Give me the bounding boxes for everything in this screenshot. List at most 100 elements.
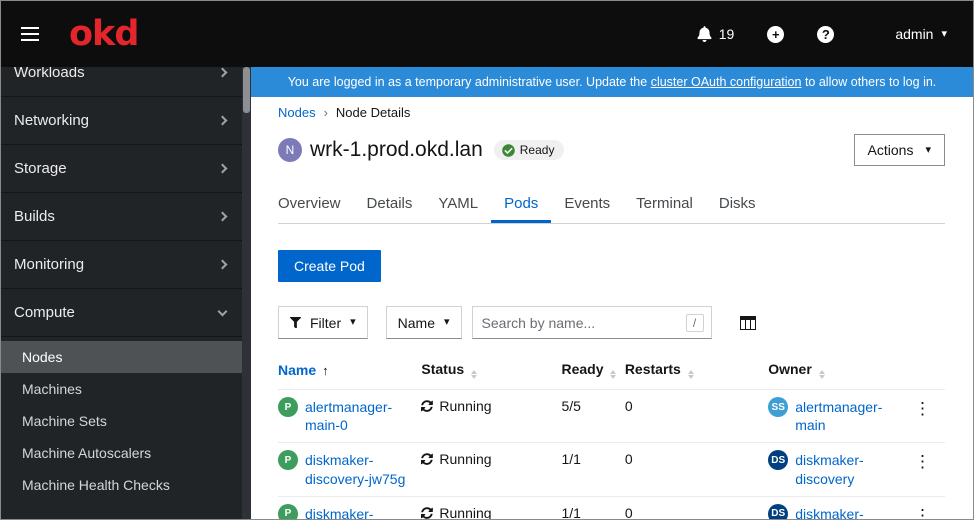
pod-icon: P [278, 450, 298, 470]
pod-row: P diskmaker- Running 1/1 [278, 496, 945, 519]
pod-restarts: 0 [625, 443, 768, 496]
sort-icon [819, 370, 825, 379]
column-header-ready[interactable]: Ready [561, 349, 624, 390]
tab-details[interactable]: Details [354, 186, 426, 223]
pod-icon: P [278, 504, 298, 519]
oauth-config-link[interactable]: cluster OAuth configuration [651, 75, 802, 89]
nav-toggle-button[interactable] [17, 21, 43, 47]
column-header-owner[interactable]: Owner [768, 349, 905, 390]
kebab-menu-button[interactable]: ⋮ [908, 507, 937, 519]
pod-link[interactable]: diskmaker-discovery-jw75g [305, 451, 413, 487]
app-window: okd 19 + ? admin ▾ Workloads [0, 0, 974, 520]
tab-pods[interactable]: Pods [491, 186, 551, 223]
sidebar-item-machine-health-checks[interactable]: Machine Health Checks [1, 469, 242, 501]
caret-down-icon: ▾ [941, 29, 947, 40]
sidebar-nav: Workloads Networking Storage Builds Moni… [1, 67, 242, 507]
compute-submenu: Nodes Machines Machine Sets Machine Auto… [1, 337, 242, 507]
check-circle-icon [502, 144, 515, 157]
user-menu[interactable]: admin ▾ [895, 26, 947, 42]
kebab-menu-button[interactable]: ⋮ [908, 453, 937, 470]
sidebar-item-machine-sets[interactable]: Machine Sets [1, 405, 242, 437]
sort-icon [471, 370, 477, 379]
shortcut-key-badge: / [686, 314, 704, 332]
sidebar-item-machine-autoscalers[interactable]: Machine Autoscalers [1, 437, 242, 469]
help-button[interactable]: ? [817, 26, 834, 43]
actions-dropdown[interactable]: Actions ▾ [854, 134, 945, 166]
tab-yaml[interactable]: YAML [425, 186, 491, 223]
owner-link[interactable]: alertmanager-main [795, 398, 897, 434]
tab-events[interactable]: Events [551, 186, 623, 223]
caret-down-icon: ▾ [444, 317, 450, 328]
pod-link[interactable]: alertmanager-main-0 [305, 398, 413, 434]
masthead: okd 19 + ? admin ▾ [1, 1, 973, 67]
tab-bar: Overview Details YAML Pods Events Termin… [278, 186, 945, 224]
sidebar: Workloads Networking Storage Builds Moni… [1, 67, 251, 519]
node-status-badge: Ready [494, 140, 565, 160]
column-header-restarts[interactable]: Restarts [625, 349, 768, 390]
pod-link[interactable]: diskmaker- [305, 505, 373, 519]
chevron-right-icon [218, 68, 228, 78]
sidebar-item-storage[interactable]: Storage [1, 145, 242, 193]
pod-ready: 1/1 [561, 496, 624, 519]
sync-icon [421, 507, 433, 519]
filter-dropdown[interactable]: Filter ▾ [278, 306, 368, 339]
page-content: Nodes › Node Details N wrk-1.prod.okd.la… [251, 97, 973, 519]
pod-restarts: 0 [625, 496, 768, 519]
pod-restarts: 0 [625, 390, 768, 443]
create-row: Create Pod [278, 224, 945, 306]
scrollbar-thumb[interactable] [243, 67, 250, 113]
table-header-row: Name↑ Status Ready Restarts [278, 349, 945, 390]
sidebar-item-workloads[interactable]: Workloads [1, 67, 242, 97]
main-area: You are logged in as a temporary adminis… [251, 67, 973, 519]
column-header-status[interactable]: Status [421, 349, 561, 390]
pod-row: P alertmanager-main-0 Running 5/5 [278, 390, 945, 443]
breadcrumb-nodes-link[interactable]: Nodes [278, 105, 316, 120]
question-circle-icon: ? [817, 26, 834, 43]
pod-ready: 1/1 [561, 443, 624, 496]
sidebar-item-compute[interactable]: Compute [1, 289, 242, 337]
username: admin [895, 26, 933, 42]
pods-table: Name↑ Status Ready Restarts [278, 349, 945, 519]
sidebar-scrollbar[interactable] [242, 67, 251, 519]
search-input[interactable] [482, 315, 686, 331]
page-heading: N wrk-1.prod.okd.lan Ready Actions ▾ [278, 130, 945, 178]
notifications-button[interactable]: 19 [697, 26, 735, 42]
sidebar-item-nodes[interactable]: Nodes [1, 341, 242, 373]
chevron-down-icon [218, 306, 228, 316]
tab-terminal[interactable]: Terminal [623, 186, 706, 223]
chevron-right-icon [218, 260, 228, 270]
banner-text-after: to allow others to log in. [801, 75, 936, 89]
kebab-menu-button[interactable]: ⋮ [908, 400, 937, 417]
column-header-name[interactable]: Name↑ [278, 349, 421, 390]
tab-disks[interactable]: Disks [706, 186, 769, 223]
plus-circle-icon: + [767, 26, 784, 43]
manage-columns-button[interactable] [740, 316, 756, 330]
notification-count: 19 [719, 26, 735, 42]
tab-overview[interactable]: Overview [278, 186, 354, 223]
sidebar-item-machines[interactable]: Machines [1, 373, 242, 405]
sidebar-item-networking[interactable]: Networking [1, 97, 242, 145]
create-pod-button[interactable]: Create Pod [278, 250, 381, 282]
bell-icon [697, 26, 712, 42]
daemonset-icon: DS [768, 450, 788, 470]
okd-logo: okd [69, 17, 138, 52]
statefulset-icon: SS [768, 397, 788, 417]
search-box: / [472, 306, 712, 339]
filter-icon [290, 317, 301, 328]
caret-down-icon: ▾ [925, 145, 931, 156]
owner-link[interactable]: diskmaker-discovery [795, 451, 897, 487]
sort-icon [610, 370, 616, 379]
sidebar-item-builds[interactable]: Builds [1, 193, 242, 241]
hamburger-icon [21, 27, 39, 29]
sort-ascending-icon: ↑ [322, 363, 329, 378]
chevron-right-icon [218, 116, 228, 126]
owner-link[interactable]: diskmaker- [795, 505, 863, 519]
page-title: wrk-1.prod.okd.lan [310, 138, 483, 162]
column-header-kebab [905, 349, 945, 390]
pod-status: Running [439, 505, 491, 519]
import-yaml-button[interactable]: + [767, 26, 784, 43]
breadcrumb: Nodes › Node Details [278, 103, 945, 130]
pod-status: Running [439, 451, 491, 467]
sidebar-item-monitoring[interactable]: Monitoring [1, 241, 242, 289]
name-filter-dropdown[interactable]: Name ▾ [386, 306, 462, 339]
